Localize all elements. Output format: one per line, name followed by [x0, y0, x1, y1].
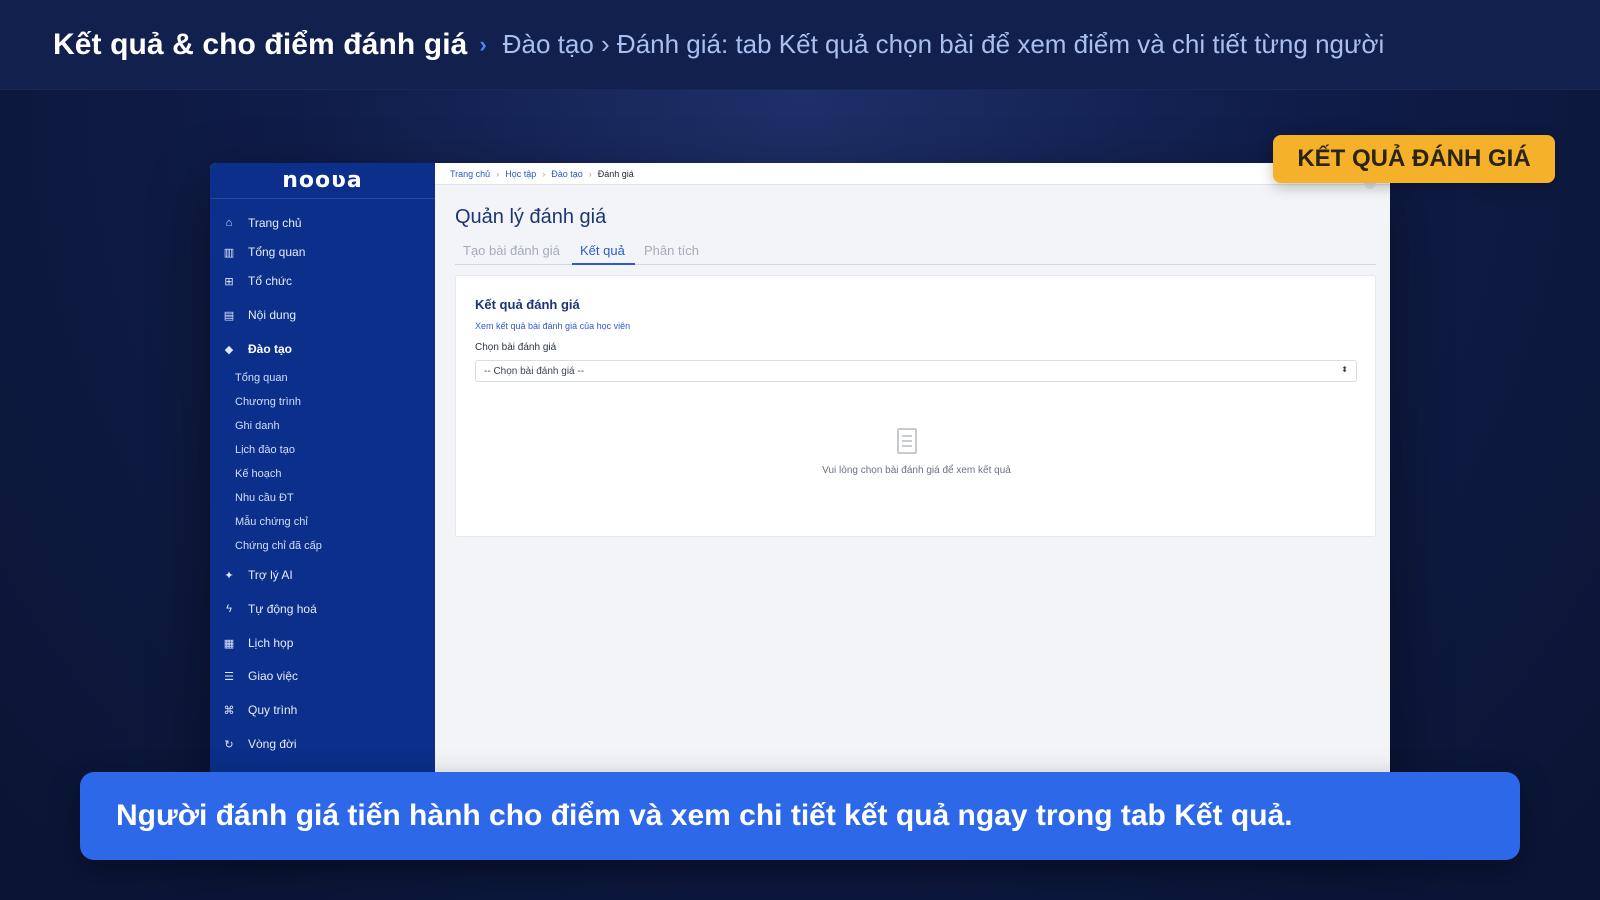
sidebar-subitem-chuong-trinh[interactable]: Chương trình: [235, 396, 301, 408]
sidebar-item-to-chuc[interactable]: ⊞ Tổ chức: [222, 274, 292, 288]
sidebar-item-label: Vòng đời: [248, 737, 297, 751]
sidebar-item-lich-hop[interactable]: ▦ Lịch họp: [222, 636, 294, 650]
bar-chart-icon: ▥: [223, 246, 235, 259]
sidebar-item-label: Lịch họp: [248, 636, 294, 650]
book-icon: ▤: [223, 309, 235, 322]
document-icon: [897, 428, 917, 454]
sidebar-item-tro-ly-ai[interactable]: ✦ Trợ lý AI: [222, 568, 293, 582]
sidebar-item-label: Giao việc: [248, 669, 299, 683]
sidebar-item-label: Đào tạo: [248, 342, 293, 356]
sidebar-subitem-ghi-danh[interactable]: Ghi danh: [235, 420, 280, 432]
sidebar-subitem-mau-chung-chi[interactable]: Mẫu chứng chỉ: [235, 516, 308, 528]
slide-subtitle: Đào tạo › Đánh giá: tab Kết quả chọn bài…: [502, 29, 1385, 59]
sidebar-subitem-chung-chi-da-cap[interactable]: Chứng chỉ đã cấp: [235, 540, 322, 552]
logo-area: nooʋa: [210, 163, 435, 199]
sidebar-item-label: Quy trình: [248, 703, 298, 717]
graduation-cap-icon: ◆: [224, 343, 234, 356]
org-chart-icon: ⊞: [224, 275, 234, 288]
chevron-right-icon: ›: [588, 168, 592, 179]
breadcrumb-current: Đánh giá: [597, 168, 634, 179]
sidebar-subitem-ke-hoach[interactable]: Kế hoạch: [235, 468, 281, 480]
sidebar-item-giao-viec[interactable]: ☰ Giao việc: [222, 669, 298, 683]
refresh-icon: ↻: [224, 738, 234, 751]
chevron-right-icon: ›: [542, 168, 546, 179]
workflow-icon: ⌘: [223, 704, 235, 717]
section-badge: KẾT QUẢ ĐÁNH GIÁ: [1273, 135, 1555, 183]
select-label: Chọn bài đánh giá: [475, 342, 557, 353]
home-icon: ⌂: [225, 217, 233, 229]
sidebar-item-label: Tổng quan: [248, 245, 306, 259]
assessment-select[interactable]: -- Chọn bài đánh giá -- ⬍: [475, 360, 1357, 382]
sidebar-item-label: Nội dung: [248, 308, 297, 322]
sidebar-item-quy-trinh[interactable]: ⌘ Quy trình: [222, 703, 298, 717]
bolt-icon: ϟ: [226, 603, 232, 615]
breadcrumb-hoc-tap[interactable]: Học tập: [505, 169, 536, 179]
chevron-right-icon: ›: [479, 31, 487, 57]
breadcrumb-home[interactable]: Trang chủ: [450, 169, 490, 179]
calendar-icon: ▦: [223, 637, 235, 650]
select-value: -- Chọn bài đánh giá --: [484, 365, 585, 377]
sidebar-item-tong-quan[interactable]: ▥ Tổng quan: [222, 245, 306, 259]
sidebar-subitem-nhu-cau[interactable]: Nhu cầu ĐT: [235, 492, 294, 504]
sidebar-subitem-lich-dao-tao[interactable]: Lịch đào tạo: [235, 444, 295, 456]
card-description: Xem kết quả bài đánh giá của học viên: [475, 321, 631, 331]
select-arrow-icon: ⬍: [1341, 365, 1348, 374]
tab-tao-bai-danh-gia[interactable]: Tạo bài đánh giá: [463, 243, 560, 258]
sidebar-item-label: Trợ lý AI: [248, 568, 293, 582]
tab-bar: Tạo bài đánh giá Kết quả Phân tích: [455, 239, 1376, 265]
app-window: nooʋa ⌂ Trang chủ ▥ Tổng quan ⊞ Tổ chức ▤ Nộ…: [210, 163, 1390, 825]
app-logo[interactable]: nooʋa: [282, 168, 362, 193]
slide-title: Kết quả & cho điểm đánh giá: [53, 27, 468, 61]
page-title: Quản lý đánh giá: [455, 206, 607, 228]
sidebar-subitem-tong-quan[interactable]: Tổng quan: [235, 372, 288, 384]
empty-state-text: Vui lòng chọn bài đánh giá để xem kết qu…: [822, 465, 1011, 476]
slide-header: Kết quả & cho điểm đánh giá › Đào tạo › …: [0, 0, 1600, 90]
tab-phan-tich[interactable]: Phân tích: [644, 243, 699, 258]
sidebar-item-tu-dong-hoa[interactable]: ϟ Tự động hoá: [222, 602, 317, 616]
results-card: Kết quả đánh giá Xem kết quả bài đánh gi…: [455, 275, 1376, 537]
sidebar-item-dao-tao[interactable]: ◆ Đào tạo: [222, 342, 292, 356]
main-content: Trang chủ › Học tập › Đào tạo › Đánh giá Qu…: [435, 163, 1390, 825]
sidebar-item-vong-doi[interactable]: ↻ Vòng đời: [222, 737, 297, 751]
sidebar: nooʋa ⌂ Trang chủ ▥ Tổng quan ⊞ Tổ chức ▤ Nộ…: [210, 163, 435, 825]
sidebar-item-label: Tổ chức: [248, 274, 293, 288]
tasks-icon: ☰: [224, 670, 234, 683]
chevron-right-icon: ›: [496, 168, 500, 179]
sidebar-item-label: Trang chủ: [248, 216, 302, 230]
sparkle-icon: ✦: [224, 569, 234, 582]
tab-ket-qua[interactable]: Kết quả: [580, 243, 625, 258]
sidebar-item-label: Tự động hoá: [248, 602, 317, 616]
breadcrumb-dao-tao[interactable]: Đào tạo: [551, 169, 583, 179]
caption-banner: Người đánh giá tiến hành cho điểm và xem…: [80, 772, 1520, 860]
sidebar-item-noi-dung[interactable]: ▤ Nội dung: [222, 308, 296, 322]
active-tab-indicator: [572, 263, 635, 265]
card-title: Kết quả đánh giá: [475, 297, 580, 312]
breadcrumb: Trang chủ › Học tập › Đào tạo › Đánh giá: [435, 163, 1390, 189]
sidebar-item-trang-chu[interactable]: ⌂ Trang chủ: [222, 216, 302, 230]
